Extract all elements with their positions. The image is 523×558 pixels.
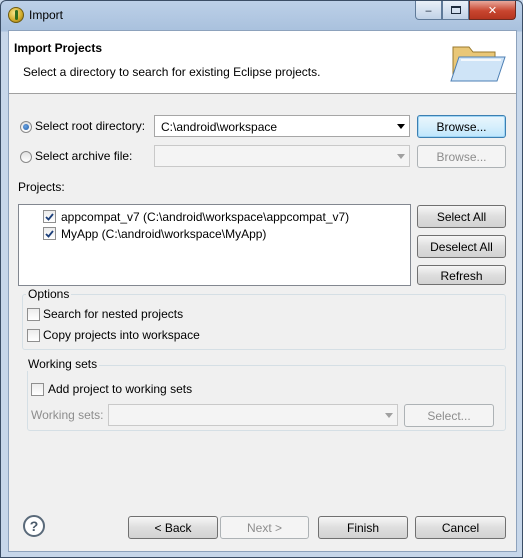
window-title: Import	[29, 8, 64, 22]
next-button[interactable]: Next >	[220, 516, 309, 539]
list-item[interactable]: appcompat_v7 (C:\android\workspace\appco…	[43, 208, 349, 225]
root-directory-radio[interactable]	[20, 121, 32, 133]
minimize-icon: ‒	[425, 3, 432, 17]
project-label: MyApp (C:\android\workspace\MyApp)	[61, 226, 267, 241]
minimize-button[interactable]: ‒	[415, 1, 442, 20]
chevron-down-icon[interactable]	[397, 124, 405, 129]
add-to-working-sets-checkbox[interactable]	[31, 383, 44, 396]
close-icon: ✕	[487, 3, 498, 17]
projects-list[interactable]: appcompat_v7 (C:\android\workspace\appco…	[18, 204, 411, 286]
app-icon	[8, 7, 24, 23]
folder-icon	[450, 46, 506, 82]
import-dialog: Import ‒ ✕ Import Projects Select a dire…	[0, 0, 523, 558]
select-working-sets-button[interactable]: Select...	[404, 404, 494, 427]
maximize-button[interactable]	[442, 1, 469, 20]
root-directory-value: C:\android\workspace	[161, 120, 278, 134]
archive-file-label: Select archive file:	[35, 149, 133, 163]
title-bar[interactable]: Import ‒ ✕	[1, 1, 522, 29]
copy-projects-label: Copy projects into workspace	[43, 328, 200, 342]
nested-projects-checkbox[interactable]	[27, 308, 40, 321]
browse-archive-button[interactable]: Browse...	[417, 145, 506, 168]
archive-file-radio[interactable]	[20, 151, 32, 163]
wizard-banner: Import Projects Select a directory to se…	[9, 31, 516, 94]
working-sets-field-label: Working sets:	[31, 408, 104, 422]
banner-description: Select a directory to search for existin…	[23, 65, 321, 79]
working-sets-combo[interactable]	[108, 404, 398, 426]
select-all-button[interactable]: Select All	[417, 205, 506, 228]
list-item[interactable]: MyApp (C:\android\workspace\MyApp)	[43, 225, 266, 242]
projects-label: Projects:	[18, 180, 65, 194]
finish-button[interactable]: Finish	[318, 516, 408, 539]
project-label: appcompat_v7 (C:\android\workspace\appco…	[61, 209, 350, 224]
working-sets-legend: Working sets	[26, 357, 100, 371]
copy-projects-checkbox[interactable]	[27, 329, 40, 342]
archive-file-combo[interactable]	[154, 145, 410, 167]
project-checkbox[interactable]	[43, 227, 56, 240]
root-directory-combo[interactable]: C:\android\workspace	[154, 115, 410, 137]
chevron-down-icon[interactable]	[397, 154, 405, 159]
options-legend: Options	[26, 287, 72, 301]
deselect-all-button[interactable]: Deselect All	[417, 235, 506, 258]
chevron-down-icon[interactable]	[385, 413, 393, 418]
browse-root-button[interactable]: Browse...	[417, 115, 506, 138]
close-button[interactable]: ✕	[469, 1, 516, 20]
refresh-button[interactable]: Refresh	[417, 265, 506, 285]
checkmark-icon	[45, 212, 54, 221]
add-to-working-sets-label: Add project to working sets	[48, 382, 193, 396]
back-button[interactable]: < Back	[128, 516, 218, 539]
help-icon[interactable]: ?	[23, 515, 45, 537]
banner-title: Import Projects	[14, 41, 103, 55]
checkmark-icon	[45, 229, 54, 238]
nested-projects-label: Search for nested projects	[43, 307, 184, 321]
maximize-icon	[450, 6, 461, 14]
root-directory-label: Select root directory:	[35, 119, 146, 133]
project-checkbox[interactable]	[43, 210, 56, 223]
dialog-content: Import Projects Select a directory to se…	[8, 30, 517, 552]
cancel-button[interactable]: Cancel	[415, 516, 506, 539]
